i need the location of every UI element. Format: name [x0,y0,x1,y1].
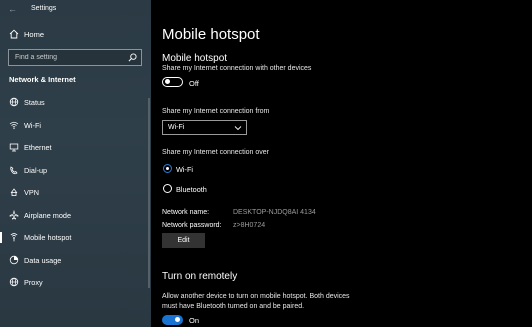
remote-heading: Turn on remotely [162,271,238,282]
home-icon [9,29,19,39]
search-icon[interactable] [128,53,137,62]
sidebar-item-label: Mobile hotspot [24,233,72,242]
radio-bluetooth-label: Bluetooth [176,185,207,194]
title-bar: ← Settings [0,0,151,20]
sidebar-item-label: Status [24,98,45,107]
network-name-key: Network name: [162,209,210,216]
sidebar-item-label: Proxy [24,278,43,287]
section-title: Network & Internet [9,75,76,84]
remote-toggle-label: On [189,316,200,325]
sidebar-item-label: Home [24,30,45,39]
search-input[interactable] [9,50,124,65]
hotspot-toggle-label: Off [189,79,199,88]
sidebar-item-dialup[interactable]: Dial-up [0,159,151,182]
network-password-key: Network password: [162,222,222,229]
sidebar-item-label: Wi-Fi [24,120,42,130]
window-title: Settings [31,5,57,12]
settings-window: ← Settings Home Network & Internet [0,0,532,327]
sidebar: ← Settings Home Network & Internet [0,0,151,327]
page-title: Mobile hotspot [162,26,260,43]
sidebar-nav: Status Wi-Fi Ethernet Dial-up VPN Airpla… [0,91,151,294]
network-name-value: DESKTOP-NJDQ8AI 4134 [233,209,316,216]
remote-description-line1: Allow another device to turn on mobile h… [162,293,350,300]
radio-dot [165,166,170,171]
dropdown-value: Wi-Fi [168,124,185,131]
share-from-label: Share my Internet connection from [162,108,270,115]
sidebar-item-proxy[interactable]: Proxy [0,271,151,294]
airplane-icon [9,209,19,220]
toggle-knob [165,79,170,85]
vpn-icon [10,188,18,196]
radio-wifi-label: Wi-Fi [176,165,194,174]
toggle-knob [175,317,180,323]
radio-wifi[interactable] [163,164,172,173]
hotspot-heading: Mobile hotspot [162,53,228,64]
sidebar-item-label: Data usage [24,255,62,265]
sidebar-scrollbar[interactable] [148,98,150,288]
data-usage-icon [9,255,19,264]
sidebar-item-label: Airplane mode [24,210,72,220]
remote-toggle[interactable] [162,315,183,325]
sidebar-item-airplane[interactable]: Airplane mode [0,204,151,227]
back-arrow-icon[interactable]: ← [8,4,17,14]
ethernet-icon [9,143,19,152]
chevron-down-icon [234,126,242,131]
radio-bluetooth[interactable] [163,184,172,193]
sidebar-item-label: Ethernet [24,143,52,152]
edit-button[interactable]: Edit [162,233,205,248]
sidebar-item-vpn[interactable]: VPN [0,181,151,204]
sidebar-item-status[interactable]: Status [0,91,151,114]
sidebar-item-mobile-hotspot[interactable]: Mobile hotspot [0,226,151,249]
remote-description-line2: must have Bluetooth turned on and be pai… [162,303,305,310]
sidebar-item-wifi[interactable]: Wi-Fi [0,114,151,137]
sidebar-item-data-usage[interactable]: Data usage [0,249,151,272]
globe-icon [9,277,19,287]
sidebar-item-label: VPN [24,188,40,197]
dialup-icon [10,165,18,174]
sidebar-item-label: Dial-up [24,165,48,175]
wifi-icon [9,121,19,129]
share-from-dropdown[interactable]: Wi-Fi [162,120,247,135]
sidebar-item-ethernet[interactable]: Ethernet [0,136,151,159]
status-globe-icon [9,97,19,107]
share-over-label: Share my Internet connection over [162,149,270,156]
hotspot-description: Share my Internet connection with other … [162,65,312,72]
hotspot-toggle[interactable] [162,77,183,87]
sidebar-item-home[interactable]: Home [0,27,151,43]
main-content: Mobile hotspot Mobile hotspot Share my I… [151,0,532,327]
network-password-value: z>8H0724 [233,222,266,229]
search-box[interactable] [8,49,142,66]
hotspot-icon [10,233,18,242]
